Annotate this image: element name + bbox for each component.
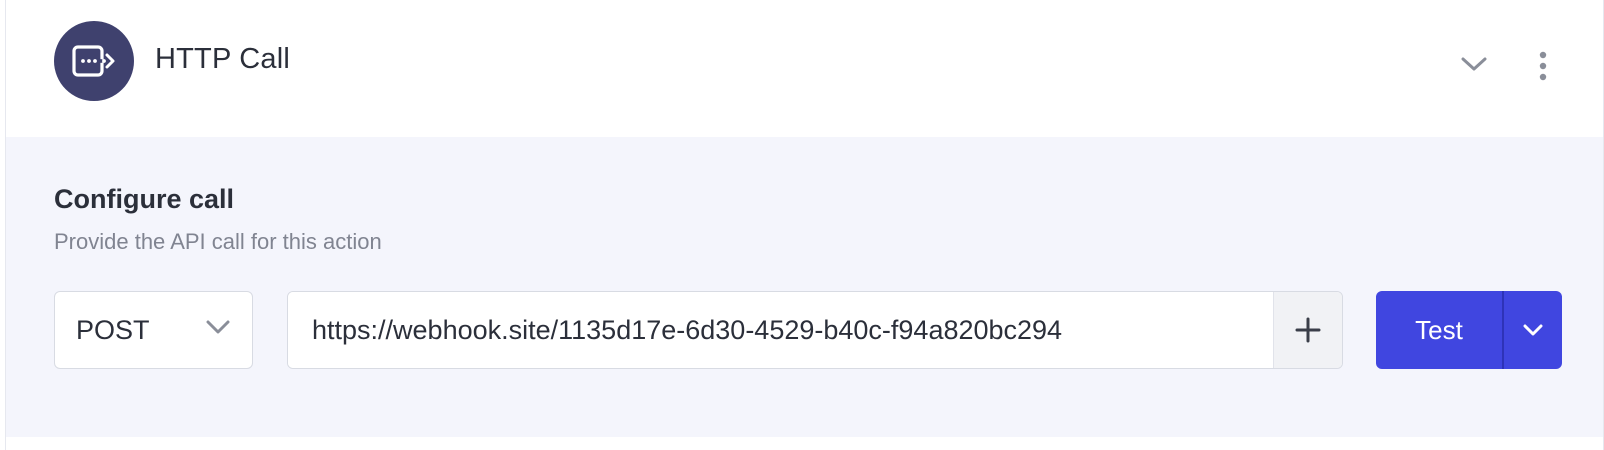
more-options-button[interactable] [1531,48,1555,84]
url-input[interactable] [288,292,1273,368]
add-variable-button[interactable] [1273,292,1342,368]
method-select[interactable]: POST [54,291,253,369]
chevron-down-icon [1523,324,1543,336]
test-button[interactable]: Test [1376,291,1502,369]
chevron-down-icon [1461,57,1487,71]
collapse-button[interactable] [1458,48,1490,80]
http-call-card: HTTP Call Configure call Provide the API… [5,0,1604,450]
url-field [287,291,1343,369]
http-call-icon [54,21,134,101]
plus-icon [1295,317,1321,343]
configure-section: Configure call Provide the API call for … [6,137,1603,437]
test-options-button[interactable] [1504,291,1562,369]
method-value: POST [76,314,150,345]
kebab-menu-icon [1539,51,1547,81]
test-button-group: Test [1376,291,1562,369]
card-title: HTTP Call [155,43,291,75]
card-header: HTTP Call [6,0,1603,137]
chevron-down-icon [206,320,230,334]
section-title: Configure call [54,184,235,214]
section-subtitle: Provide the API call for this action [54,229,382,254]
